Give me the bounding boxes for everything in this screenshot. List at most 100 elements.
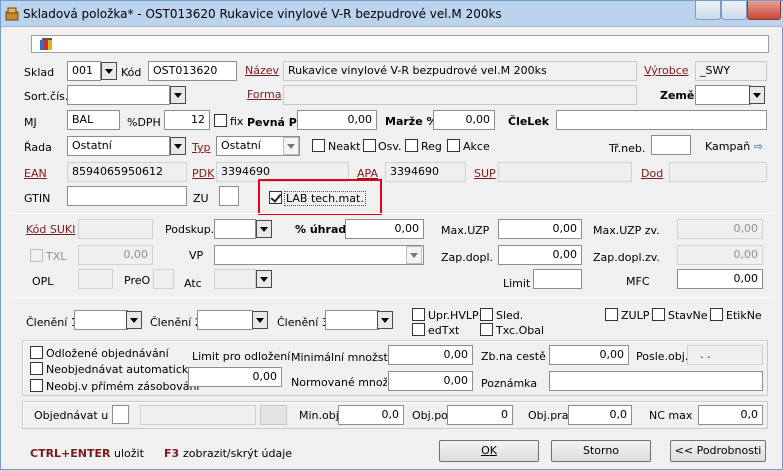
- books-icon[interactable]: [39, 37, 55, 51]
- limit-field[interactable]: [533, 269, 582, 289]
- osv-checkbox[interactable]: [363, 139, 376, 152]
- objednavat-field[interactable]: [140, 405, 256, 425]
- zeme-field[interactable]: [695, 85, 751, 105]
- txcobal-checkbox[interactable]: [480, 323, 493, 336]
- atc-field[interactable]: [214, 269, 256, 289]
- uprhvlp-checkbox[interactable]: [412, 308, 425, 321]
- close-button[interactable]: [747, 1, 781, 20]
- zbnaceste-field[interactable]: 0,00: [549, 345, 629, 365]
- stavne-checkbox[interactable]: [652, 308, 665, 321]
- zulp-label: ZULP: [621, 309, 650, 322]
- gtin-label: GTIN: [24, 192, 51, 205]
- reg-checkbox[interactable]: [405, 139, 418, 152]
- sortcis-field[interactable]: [67, 85, 170, 105]
- cleneni1-dropdown[interactable]: [126, 311, 142, 329]
- mfc-field[interactable]: 0,00: [677, 269, 763, 289]
- typ-link[interactable]: Typ: [192, 141, 211, 154]
- edtxt-checkbox[interactable]: [412, 323, 425, 336]
- dod-link[interactable]: Dod: [641, 167, 663, 180]
- podrobnosti-button[interactable]: << Podrobnosti: [670, 440, 766, 462]
- posleobj-field[interactable]: . .: [687, 345, 763, 365]
- sklad-dropdown[interactable]: [101, 62, 117, 80]
- rada-field[interactable]: Ostatní: [67, 136, 170, 156]
- akce-checkbox[interactable]: [447, 139, 460, 152]
- kod-suki-field[interactable]: [78, 219, 153, 239]
- odlozene-checkbox[interactable]: [30, 346, 43, 359]
- uhrady-field[interactable]: 0,00: [345, 219, 424, 239]
- mj-field[interactable]: BAL: [67, 110, 120, 130]
- maxuzp-field[interactable]: 0,00: [498, 219, 582, 239]
- kod-field[interactable]: OST013620: [148, 61, 237, 81]
- zapdopl-field[interactable]: 0,00: [498, 245, 582, 265]
- txl-checkbox[interactable]: [30, 249, 43, 262]
- cleneni2-field[interactable]: [197, 310, 253, 330]
- forma-link[interactable]: Forma: [247, 88, 281, 101]
- txl-field[interactable]: 0,00: [78, 245, 153, 265]
- zu-field[interactable]: [219, 186, 239, 206]
- cleneni1-field[interactable]: [74, 310, 128, 330]
- zulp-checkbox[interactable]: [605, 308, 618, 321]
- zeme-dropdown[interactable]: [749, 86, 765, 104]
- objprav-field[interactable]: 0,0: [568, 405, 632, 425]
- nazev-field[interactable]: Rukavice vinylové V-R bezpudrové vel.M 2…: [283, 61, 637, 81]
- clelek-field[interactable]: [556, 110, 767, 130]
- rada-dropdown[interactable]: [170, 137, 186, 155]
- vyrobce-link[interactable]: Výrobce: [644, 64, 689, 77]
- ok-button[interactable]: OK: [439, 440, 539, 462]
- poznamka-field[interactable]: [549, 371, 763, 391]
- maximize-button[interactable]: [721, 1, 747, 20]
- vyrobce-field[interactable]: _SWY: [695, 61, 767, 81]
- trneb-field[interactable]: [651, 135, 691, 155]
- apa-field[interactable]: 3394690: [385, 162, 466, 182]
- marze-field[interactable]: 0,00: [433, 110, 495, 130]
- cleneni3-field[interactable]: [325, 310, 379, 330]
- fix-checkbox[interactable]: [214, 114, 227, 127]
- pdk-link[interactable]: PDK: [192, 167, 214, 180]
- minimize-button[interactable]: [695, 1, 721, 20]
- ean-field[interactable]: 8594065950612: [67, 162, 187, 182]
- ean-link[interactable]: EAN: [24, 167, 47, 180]
- cleneni3-dropdown[interactable]: [377, 311, 393, 329]
- sled-checkbox[interactable]: [480, 308, 493, 321]
- poznamka-label: Poznámka: [481, 377, 538, 390]
- sklad-field[interactable]: 001: [67, 61, 101, 81]
- podskup-dropdown[interactable]: [256, 220, 272, 238]
- typ-dropdown[interactable]: [283, 137, 299, 155]
- storno-button[interactable]: Storno: [551, 440, 651, 462]
- dph-field[interactable]: 12: [164, 110, 210, 130]
- ncmax-field[interactable]: 0,0: [698, 405, 763, 425]
- objednavat-checkbox-field[interactable]: [112, 405, 129, 424]
- sup-link[interactable]: SUP: [474, 167, 496, 180]
- etikne-label: EtikNe: [726, 309, 762, 322]
- minobj-field[interactable]: 0,0: [338, 405, 404, 425]
- pevna-pc-field[interactable]: 0,00: [297, 110, 377, 130]
- sortcis-dropdown[interactable]: [170, 86, 186, 104]
- zapdoplzv-field[interactable]: 0,00: [677, 245, 763, 265]
- minmn-field[interactable]: 0,00: [388, 345, 473, 365]
- toolbar-strip: [31, 35, 769, 53]
- limitodl-field[interactable]: 0,00: [188, 367, 282, 387]
- dod-field[interactable]: [669, 162, 767, 182]
- opl-field[interactable]: [78, 269, 113, 289]
- neobjprimo-checkbox[interactable]: [30, 379, 43, 392]
- forma-field[interactable]: [283, 85, 637, 105]
- normmn-field[interactable]: 0,00: [388, 371, 473, 391]
- nazev-link[interactable]: Název: [245, 64, 279, 77]
- neobjauto-checkbox[interactable]: [30, 362, 43, 375]
- kampan-button[interactable]: Kampaň ⇨: [705, 140, 763, 153]
- maxuzpzv-field[interactable]: 0,00: [677, 219, 763, 239]
- neakt-checkbox[interactable]: [312, 139, 325, 152]
- kod-suki-link[interactable]: Kód SUKI: [26, 223, 75, 236]
- sup-field[interactable]: [498, 162, 632, 182]
- vp-dropdown[interactable]: [406, 246, 422, 264]
- cleneni2-dropdown[interactable]: [252, 311, 268, 329]
- txl-label: TXL: [46, 250, 67, 263]
- vp-field[interactable]: [214, 245, 424, 265]
- atc-dropdown[interactable]: [256, 270, 272, 288]
- objpo-field[interactable]: 0: [447, 405, 513, 425]
- objednavat-lookup-button[interactable]: [260, 405, 287, 425]
- gtin-field[interactable]: [67, 186, 187, 206]
- preo-field[interactable]: [153, 269, 174, 289]
- podskup-field[interactable]: [214, 219, 256, 239]
- etikne-checkbox[interactable]: [710, 308, 723, 321]
